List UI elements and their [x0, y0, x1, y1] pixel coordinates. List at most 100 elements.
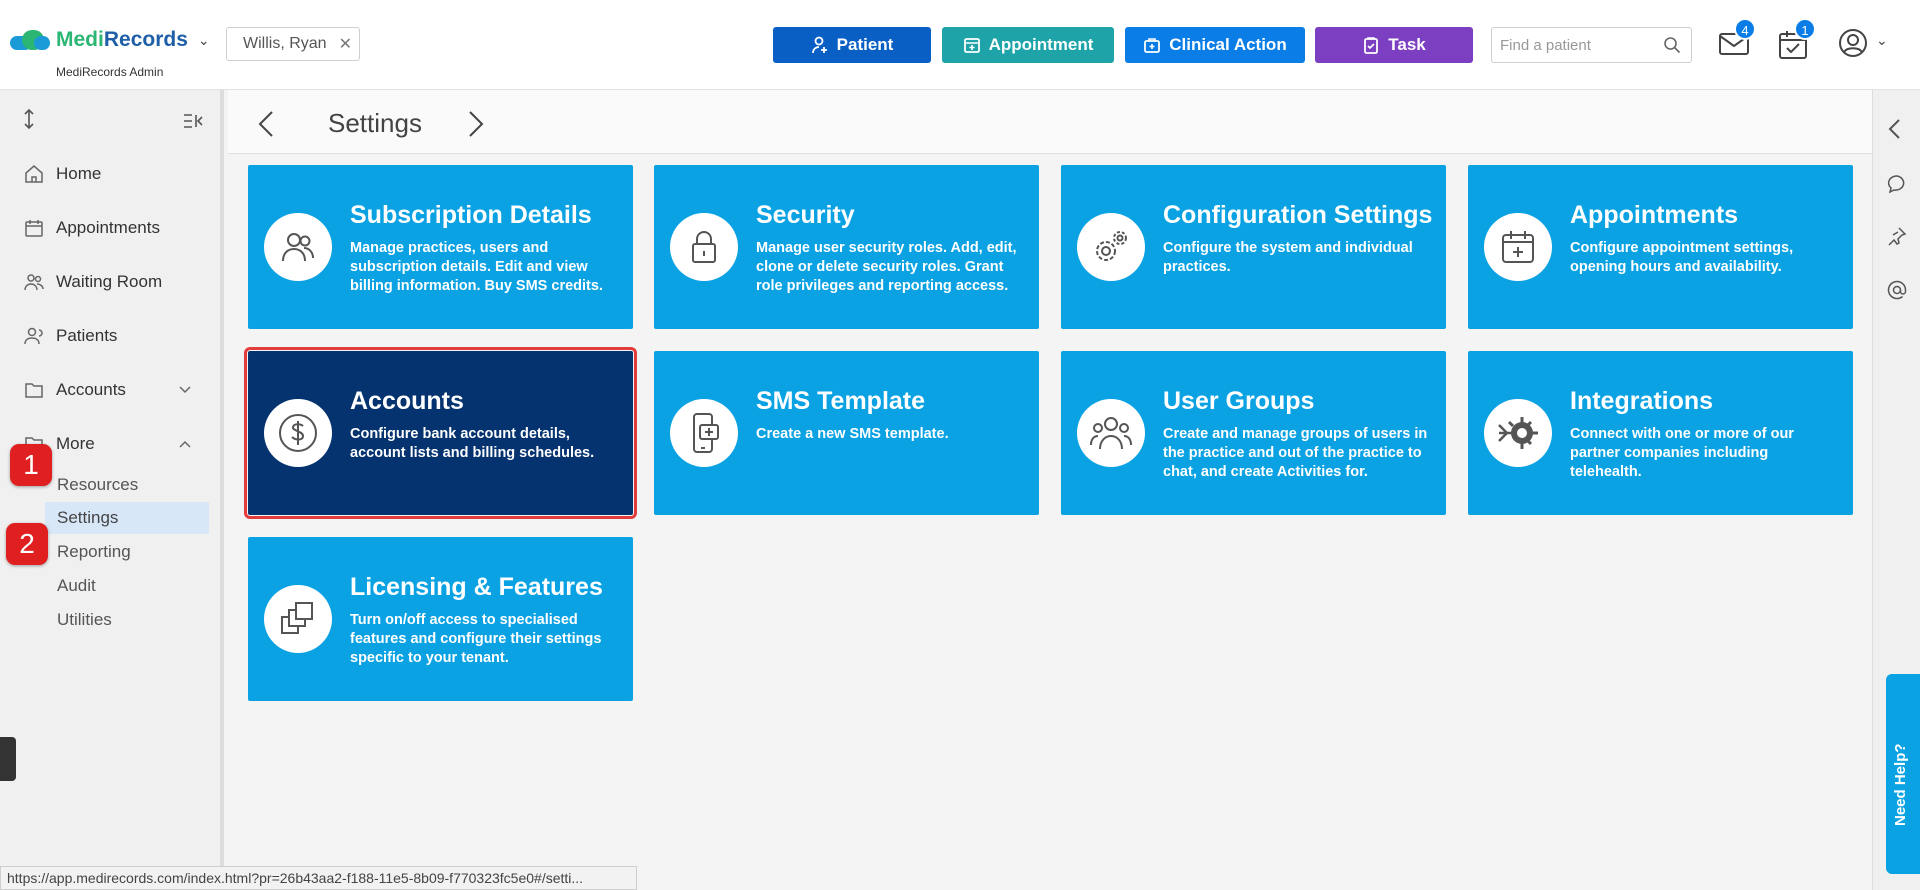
new-task-label: Task: [1388, 35, 1426, 54]
integration-gear-icon: [1484, 399, 1552, 467]
clipboard-icon: [1364, 37, 1379, 54]
user-group-icon: [1077, 399, 1145, 467]
tile-description: Configure bank account details, account …: [350, 426, 595, 461]
tile-title: Configuration Settings: [1163, 201, 1433, 229]
sidebar-item-label: Accounts: [56, 380, 126, 399]
tile-title: Security: [756, 201, 855, 229]
new-task-button[interactable]: Task: [1315, 27, 1473, 63]
clinical-action-button[interactable]: Clinical Action: [1125, 27, 1305, 63]
close-icon[interactable]: ✕: [339, 34, 352, 54]
patient-search[interactable]: [1491, 27, 1692, 63]
chat-icon[interactable]: [1887, 174, 1907, 194]
users-icon: [24, 274, 44, 291]
tile-description: Manage user security roles. Add, edit, c…: [756, 240, 1017, 294]
settings-tile-accounts[interactable]: Accounts Configure bank account details,…: [244, 347, 637, 519]
chevron-right-icon[interactable]: [468, 110, 484, 138]
side-widget-tab[interactable]: [0, 737, 16, 781]
need-help-tab[interactable]: Need Help?: [1886, 674, 1920, 874]
sidebar-subitem-settings[interactable]: Settings: [45, 502, 209, 534]
page-header: Settings: [228, 90, 1872, 154]
sidebar-subitem-utilities[interactable]: Utilities: [45, 604, 209, 636]
tile-title: Licensing & Features: [350, 573, 603, 601]
new-appointment-button[interactable]: Appointment: [942, 27, 1114, 63]
tile-description: Configure appointment settings, opening …: [1570, 240, 1794, 275]
expand-vertical-icon[interactable]: [20, 108, 38, 130]
tile-description: Manage practices, users and subscription…: [350, 240, 603, 294]
sidebar-item-label: Home: [56, 164, 102, 183]
tile-title: User Groups: [1163, 387, 1315, 415]
need-help-label: Need Help?: [1892, 743, 1909, 826]
pin-icon[interactable]: [1887, 226, 1907, 246]
tile-title: Integrations: [1570, 387, 1714, 415]
sidebar-item-patients[interactable]: Patients: [24, 326, 117, 346]
settings-tile-appointments[interactable]: Appointments Configure appointment setti…: [1468, 165, 1853, 329]
medical-bag-icon: [1144, 38, 1161, 53]
tile-description: Create a new SMS template.: [756, 426, 949, 442]
add-user-icon: [811, 36, 827, 54]
tile-description: Turn on/off access to specialised featur…: [350, 612, 602, 666]
step-marker-1: 1: [10, 444, 52, 486]
chevron-left-icon[interactable]: [1887, 118, 1903, 140]
new-appointment-label: Appointment: [988, 35, 1094, 54]
home-icon: [25, 165, 43, 183]
tile-title: Subscription Details: [350, 201, 592, 229]
chevron-down-icon[interactable]: [178, 385, 192, 395]
tile-description: Connect with one or more of our partner …: [1570, 426, 1794, 480]
search-input[interactable]: [1500, 28, 1660, 62]
sidebar-item-label: Patients: [56, 326, 118, 345]
user-menu[interactable]: ⌄: [1838, 28, 1888, 63]
tasks-button[interactable]: 1: [1778, 18, 1816, 65]
tile-title: Accounts: [350, 387, 464, 415]
gears-icon: [1077, 213, 1145, 281]
at-sign-icon[interactable]: [1887, 280, 1907, 300]
settings-tile-subscription-details[interactable]: Subscription Details Manage practices, u…: [248, 165, 633, 329]
settings-tile-sms-template[interactable]: SMS Template Create a new SMS template.: [654, 351, 1039, 515]
settings-tile-configuration-settings[interactable]: Configuration Settings Configure the sys…: [1061, 165, 1446, 329]
sidebar-item-label: More: [56, 434, 95, 453]
chevron-up-icon[interactable]: [178, 439, 192, 449]
page-title: Settings: [328, 108, 422, 138]
brand-name: MediRecords: [56, 28, 188, 51]
chevron-down-icon[interactable]: ⌄: [198, 32, 210, 49]
new-patient-label: Patient: [836, 35, 894, 54]
dollar-icon: [264, 399, 332, 467]
tile-title: SMS Template: [756, 387, 926, 415]
brand-logo[interactable]: MediRecords ⌄: [10, 28, 210, 52]
lock-icon: [670, 213, 738, 281]
tile-description: Create and manage groups of users in the…: [1163, 426, 1428, 480]
cloud-logo-icon: [10, 28, 52, 52]
brand-subtitle: MediRecords Admin: [56, 65, 164, 79]
sidebar-subitem-resources[interactable]: Resources: [45, 469, 209, 501]
search-icon[interactable]: [1663, 36, 1681, 54]
clinical-action-label: Clinical Action: [1169, 35, 1287, 54]
calendar-add-icon: [963, 38, 980, 53]
layers-icon: [264, 585, 332, 653]
settings-tile-licensing-features[interactable]: Licensing & Features Turn on/off access …: [248, 537, 633, 701]
collapse-sidebar-icon[interactable]: [182, 112, 204, 130]
sidebar-subitem-reporting[interactable]: Reporting: [45, 536, 209, 568]
calendar-add-icon: [1484, 213, 1552, 281]
sidebar-item-waiting-room[interactable]: Waiting Room: [24, 272, 162, 292]
tile-description: Configure the system and individual prac…: [1163, 240, 1413, 275]
sidebar-item-appointments[interactable]: Appointments: [24, 218, 160, 238]
mobile-message-icon: [670, 399, 738, 467]
settings-tile-security[interactable]: Security Manage user security roles. Add…: [654, 165, 1039, 329]
step-marker-2: 2: [6, 523, 48, 565]
sidebar-item-accounts[interactable]: Accounts: [24, 380, 204, 400]
folder-icon: [25, 383, 43, 398]
settings-tile-user-groups[interactable]: User Groups Create and manage groups of …: [1061, 351, 1446, 515]
user-avatar-icon: [1839, 29, 1867, 57]
new-patient-button[interactable]: Patient: [773, 27, 931, 63]
settings-tile-integrations[interactable]: Integrations Connect with one or more of…: [1468, 351, 1853, 515]
top-bar: MediRecords ⌄ MediRecords Admin Willis, …: [0, 0, 1920, 90]
messages-button[interactable]: 4: [1718, 18, 1756, 63]
sidebar-item-label: Appointments: [56, 218, 160, 237]
sidebar-item-home[interactable]: Home: [24, 164, 101, 184]
chevron-left-icon[interactable]: [258, 110, 274, 138]
sidebar-subitem-audit[interactable]: Audit: [45, 570, 209, 602]
status-bar-url: https://app.medirecords.com/index.html?p…: [0, 866, 637, 890]
patients-icon: [24, 327, 43, 345]
current-patient-chip[interactable]: Willis, Ryan ✕: [226, 27, 360, 61]
chevron-down-icon[interactable]: ⌄: [1876, 32, 1888, 49]
messages-count-badge: 4: [1734, 18, 1756, 40]
